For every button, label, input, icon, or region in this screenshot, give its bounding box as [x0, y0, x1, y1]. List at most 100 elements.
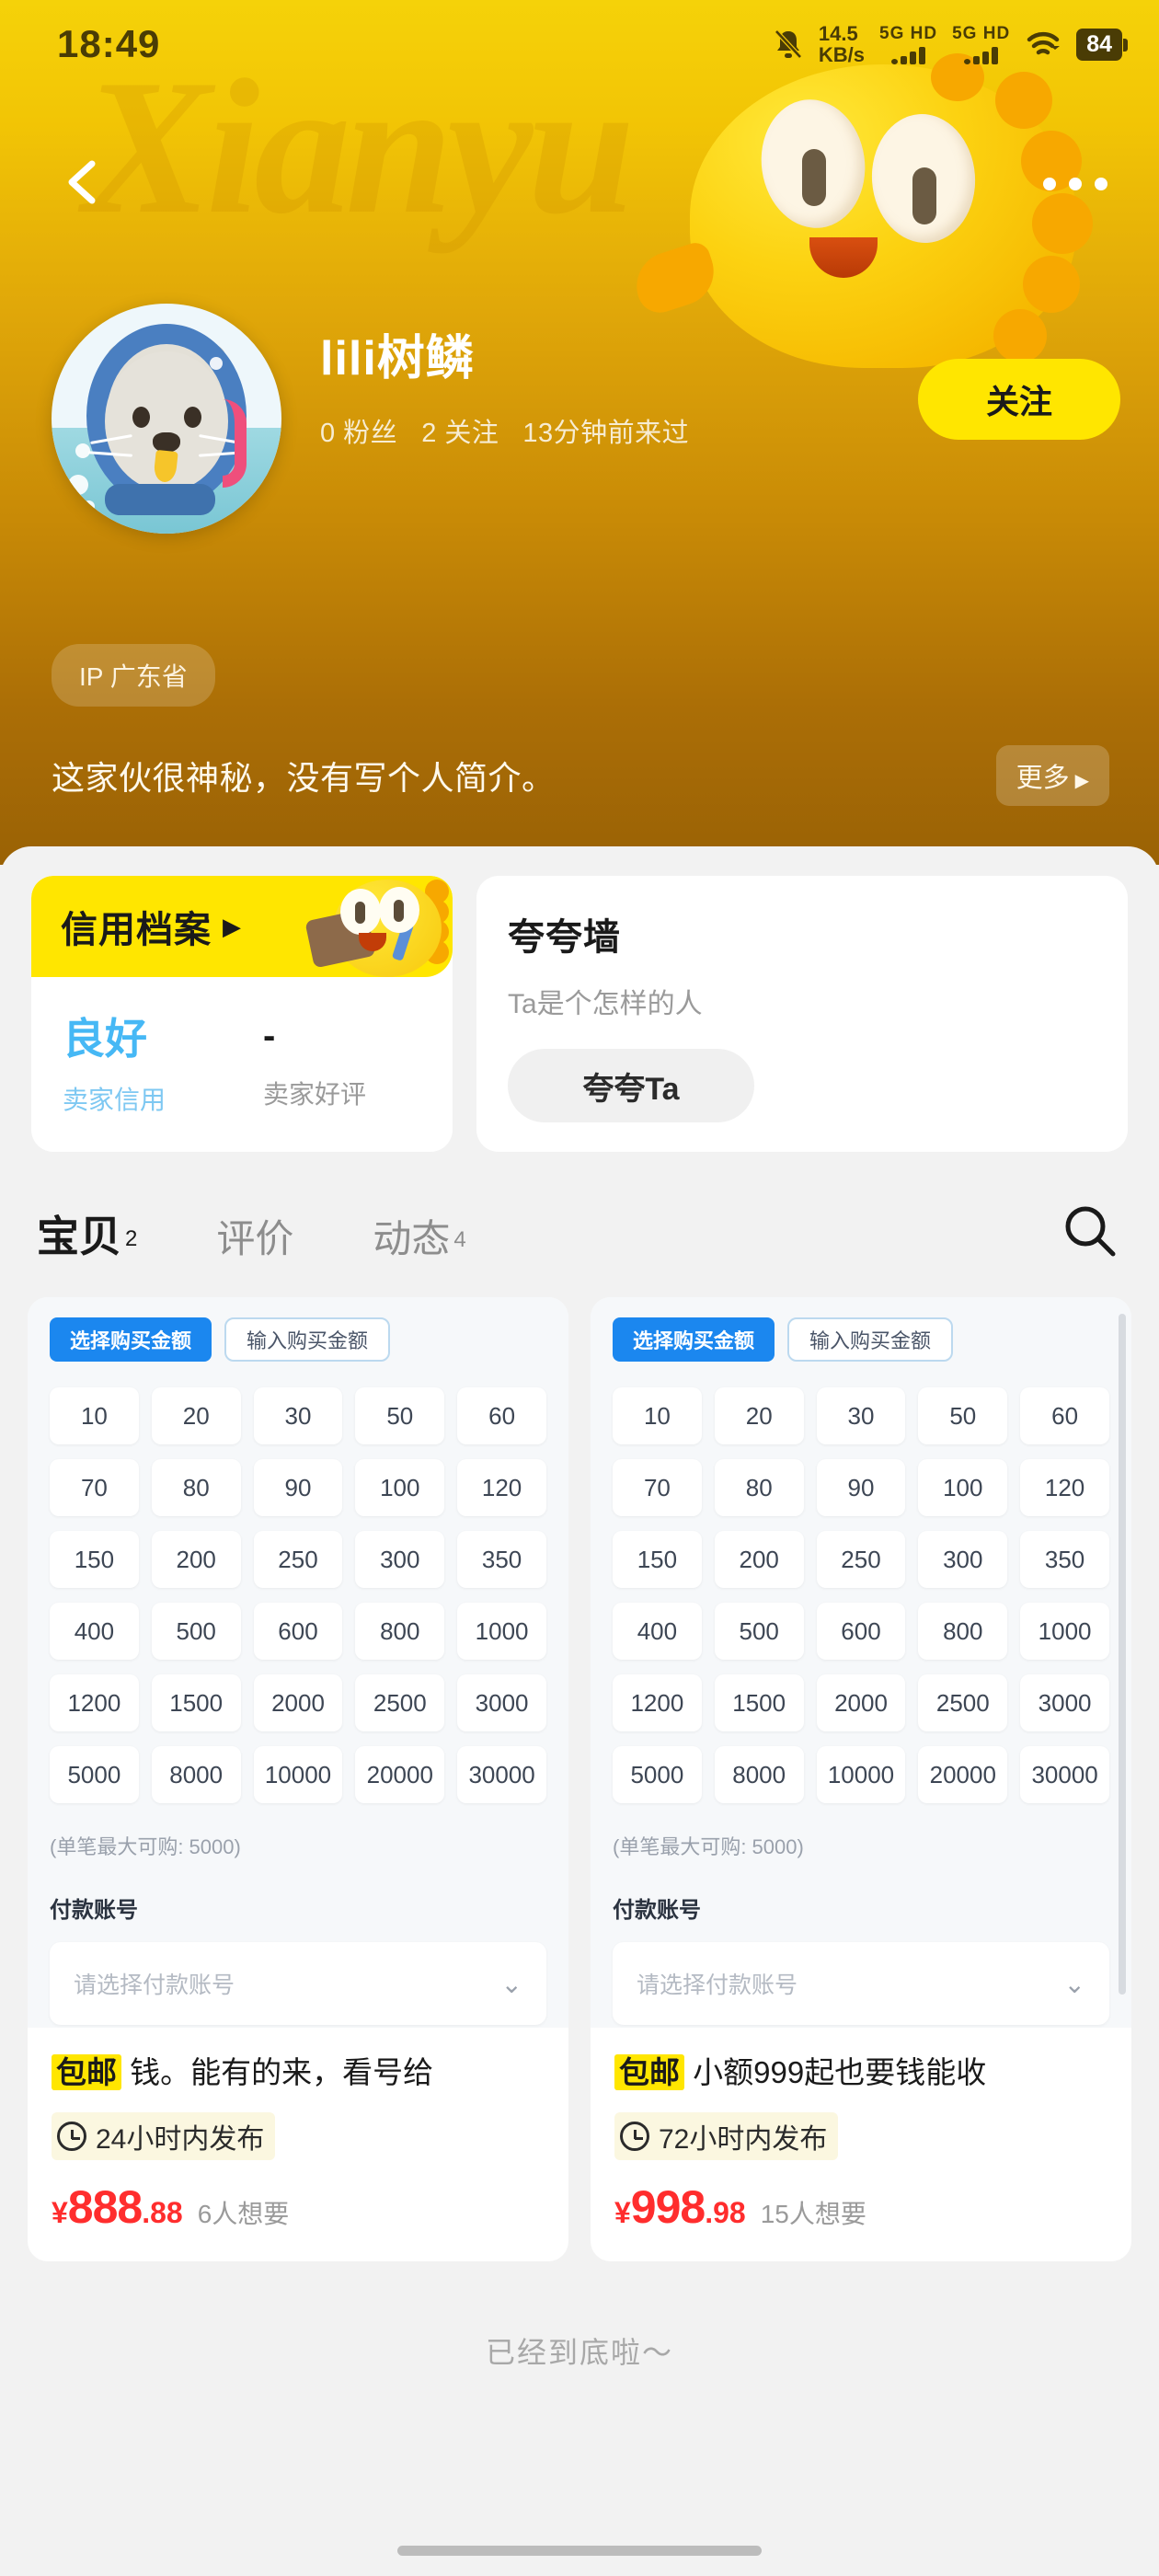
product-title: 包邮 钱。能有的来，看号给 — [52, 2052, 545, 2094]
credit-metric-value: 良好 — [63, 1015, 147, 1063]
clock-icon — [620, 2121, 649, 2151]
price-currency: ¥ — [52, 2195, 68, 2229]
credit-profile-card[interactable]: 信用档案 ▶ 良好 卖家信用 - 卖家好评 — [31, 876, 453, 1152]
product-price-row: ¥888.88 6人想要 — [52, 2180, 545, 2234]
price-decimal: .98 — [705, 2195, 746, 2229]
amount-grid: 10 20 30 50 60 70 80 90 100 120 150 200 … — [50, 1387, 546, 1803]
tab-dongtai[interactable]: 动态 4 — [373, 1208, 465, 1264]
amount-option: 30000 — [1020, 1746, 1109, 1803]
amount-option: 1000 — [457, 1603, 546, 1660]
payment-account-placeholder: 请选择付款账号 — [637, 1972, 798, 1998]
tab-baobei[interactable]: 宝贝 2 — [37, 1203, 137, 1273]
want-count: 6人想要 — [197, 2199, 290, 2228]
amount-option: 2500 — [355, 1674, 445, 1731]
amount-option: 1200 — [613, 1674, 702, 1731]
amount-option: 8000 — [714, 1746, 804, 1803]
product-publish-time: 72小时内发布 — [614, 2111, 839, 2160]
product-thumbnail: 选择购买金额 输入购买金额 10 20 30 50 60 70 80 90 10… — [591, 1297, 1131, 2028]
end-of-list-text: 已经到底啦～ — [485, 2335, 673, 2369]
amount-grid: 10 20 30 50 60 70 80 90 100 120 150 200 … — [613, 1387, 1109, 1803]
amount-option: 70 — [50, 1459, 139, 1516]
amount-option: 20 — [714, 1387, 804, 1444]
search-icon[interactable] — [1061, 1202, 1119, 1264]
amount-option: 120 — [457, 1459, 546, 1516]
amount-option: 1500 — [151, 1674, 241, 1731]
status-time: 18:49 — [57, 22, 161, 65]
want-count: 15人想要 — [760, 2199, 866, 2228]
avatar[interactable] — [52, 304, 281, 534]
amount-option: 150 — [613, 1531, 702, 1588]
bio-row: 这家伙很神秘，没有写个人简介。 更多 ▶ — [52, 745, 1109, 806]
amount-option: 350 — [457, 1531, 546, 1588]
amount-option: 600 — [253, 1603, 343, 1660]
product-card[interactable]: 选择购买金额 输入购买金额 10 20 30 50 60 70 80 90 10… — [28, 1297, 568, 2261]
wifi-icon — [1027, 31, 1061, 55]
product-info: 包邮 钱。能有的来，看号给 24小时内发布 ¥888.88 6人想要 — [28, 2028, 568, 2261]
amount-option: 100 — [918, 1459, 1008, 1516]
price-currency: ¥ — [614, 2195, 631, 2229]
amount-option: 5000 — [50, 1746, 139, 1803]
tab-pingjia-label: 评价 — [216, 1217, 294, 1260]
amount-option: 800 — [918, 1603, 1008, 1660]
content-panel: 信用档案 ▶ 良好 卖家信用 - 卖家好评 夸夸墙 Ta是个怎样的人 夸夸Ta … — [0, 846, 1159, 2576]
amount-option: 800 — [355, 1603, 445, 1660]
segment-select-amount: 选择购买金额 — [50, 1317, 212, 1362]
amount-option: 60 — [1020, 1387, 1109, 1444]
tab-dongtai-count: 4 — [453, 1226, 466, 1252]
credit-metric-value: - — [263, 1016, 276, 1056]
praise-wall-card[interactable]: 夸夸墙 Ta是个怎样的人 夸夸Ta — [476, 876, 1128, 1152]
free-shipping-badge: 包邮 — [52, 2054, 121, 2090]
payment-account-select: 请选择付款账号 ⌄ — [50, 1942, 546, 2025]
product-title-text: 钱。能有的来，看号给 — [130, 2055, 434, 2089]
more-bio-button[interactable]: 更多 ▶ — [995, 745, 1109, 806]
product-card[interactable]: 选择购买金额 输入购买金额 10 20 30 50 60 70 80 90 10… — [591, 1297, 1131, 2261]
amount-option: 3000 — [1020, 1674, 1109, 1731]
stat-lastseen: 13分钟前来过 — [522, 419, 690, 449]
amount-option: 150 — [50, 1531, 139, 1588]
amount-option: 350 — [1020, 1531, 1109, 1588]
amount-option: 30 — [253, 1387, 343, 1444]
more-dots-icon[interactable] — [1036, 170, 1115, 198]
credit-card-header[interactable]: 信用档案 ▶ — [31, 876, 453, 977]
amount-option: 50 — [918, 1387, 1008, 1444]
credit-card-title: 信用档案 — [61, 910, 212, 950]
payment-account-placeholder: 请选择付款账号 — [74, 1972, 235, 1998]
status-icons: 14.5 KB/s 5G HD 5G HD 84 — [773, 23, 1128, 65]
thumbnail-scrollbar[interactable] — [1119, 1314, 1126, 1995]
segment-input-amount: 输入购买金额 — [224, 1317, 391, 1362]
praise-button[interactable]: 夸夸Ta — [508, 1049, 754, 1122]
battery-indicator: 84 — [1076, 28, 1128, 61]
praise-wall-subtitle: Ta是个怎样的人 — [508, 989, 703, 1019]
bio-text: 这家伙很神秘，没有写个人简介。 — [52, 759, 556, 797]
amount-option: 10 — [613, 1387, 702, 1444]
credit-metric-0: 良好 卖家信用 — [31, 1018, 252, 1117]
follow-button[interactable]: 关注 — [918, 359, 1120, 440]
amount-option: 20000 — [355, 1746, 445, 1803]
payment-account-select: 请选择付款账号 ⌄ — [613, 1942, 1109, 2025]
amount-option: 2000 — [253, 1674, 343, 1731]
chevron-down-icon: ⌄ — [1063, 1969, 1085, 1998]
amount-option: 8000 — [151, 1746, 241, 1803]
tab-pingjia[interactable]: 评价 — [216, 1208, 293, 1264]
back-button[interactable] — [57, 155, 112, 210]
amount-option: 120 — [1020, 1459, 1109, 1516]
amount-option: 2500 — [918, 1674, 1008, 1731]
stat-followers: 0 粉丝 — [320, 419, 398, 449]
sim1-label: 5G HD — [879, 24, 938, 43]
amount-option: 20 — [151, 1387, 241, 1444]
more-bio-arrow-icon: ▶ — [1074, 771, 1089, 791]
amount-option: 70 — [613, 1459, 702, 1516]
payment-account-label: 付款账号 — [613, 1898, 701, 1923]
bell-muted-icon — [775, 29, 802, 59]
amount-option: 1200 — [50, 1674, 139, 1731]
amount-option: 2000 — [816, 1674, 906, 1731]
amount-option: 500 — [151, 1603, 241, 1660]
product-title: 包邮 小额999起也要钱能收 — [614, 2052, 1107, 2094]
amount-option: 50 — [355, 1387, 445, 1444]
credit-metric-label: 卖家信用 — [63, 1086, 166, 1114]
profile-header: Xianyu lili树鳞 0 粉丝 2 关注 13分钟前来过 关注 IP 广东… — [0, 0, 1159, 865]
amount-mode-segments: 选择购买金额 输入购买金额 — [50, 1317, 546, 1362]
content-tabs: 宝贝 2 评价 动态 4 — [0, 1152, 1159, 1273]
chevron-down-icon: ⌄ — [500, 1969, 522, 1998]
max-purchase-note: (单笔最大可购: 5000) — [50, 1835, 241, 1858]
